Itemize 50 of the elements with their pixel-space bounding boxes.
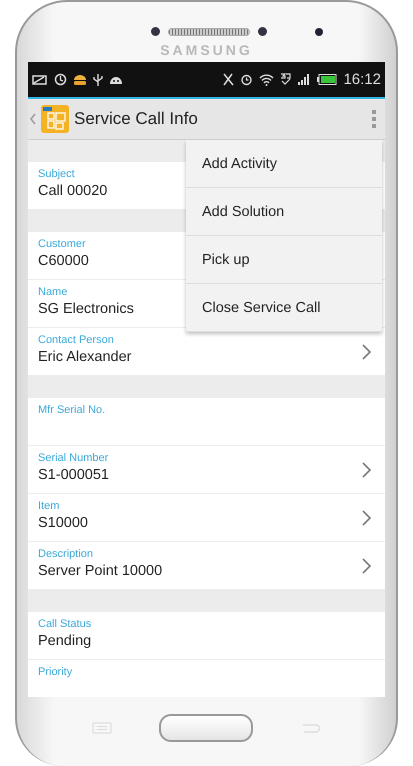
android-icon: [109, 74, 123, 84]
field-label: Priority: [38, 666, 72, 678]
sensor-icon: [150, 27, 160, 36]
brand-label: SAMSUNG: [160, 42, 253, 58]
field-label: Name: [38, 286, 68, 298]
signal-icon: [297, 74, 312, 85]
menu-item[interactable]: Add Activity: [186, 140, 382, 188]
field-label: Mfr Serial No.: [38, 404, 106, 416]
burger-icon: [73, 74, 87, 86]
menu-key-icon[interactable]: [92, 722, 112, 734]
screen-title: Service Call Info: [74, 109, 199, 129]
detail-row[interactable]: Contact Person Eric Alexander: [28, 328, 385, 376]
chevron-right-icon: [362, 510, 371, 526]
menu-item[interactable]: Add Solution: [186, 188, 382, 236]
field-label: Description: [38, 548, 94, 560]
field-label: Item: [38, 500, 60, 512]
chevron-right-icon: [362, 344, 371, 360]
chevron-right-icon: [362, 462, 371, 478]
status-time: 16:12: [343, 71, 381, 88]
field-value: Server Point 10000: [38, 563, 162, 579]
field-label: Call Status: [38, 618, 92, 630]
field-value: Eric Alexander: [38, 349, 132, 365]
menu-item[interactable]: Close Service Call: [186, 284, 382, 332]
detail-row[interactable]: Description Server Point 10000: [28, 542, 385, 590]
field-label: Customer: [38, 238, 86, 250]
back-chevron-icon[interactable]: [30, 113, 36, 125]
battery-saver-icon: [32, 74, 48, 86]
overflow-menu-icon[interactable]: [371, 109, 377, 129]
field-label: Serial Number: [38, 452, 108, 464]
field-label: Subject: [38, 168, 75, 180]
alarm-icon: [240, 73, 254, 86]
chevron-right-icon: [362, 558, 371, 574]
detail-row[interactable]: Serial Number S1-000051: [28, 446, 385, 494]
back-key-icon[interactable]: [301, 722, 322, 734]
field-label: Contact Person: [38, 334, 114, 346]
field-value: C60000: [38, 253, 89, 269]
home-button[interactable]: [159, 714, 254, 742]
detail-row[interactable]: Item S10000: [28, 494, 385, 542]
camera-icon: [314, 28, 322, 36]
field-value: Call 00020: [38, 183, 108, 199]
field-value: Pending: [38, 633, 92, 649]
battery-icon: [317, 74, 338, 85]
field-value: S10000: [38, 515, 88, 531]
menu-item[interactable]: Pick up: [186, 236, 382, 284]
field-value: SG Electronics: [38, 301, 134, 317]
wifi-icon: [259, 74, 274, 86]
usb-icon: [93, 72, 103, 86]
sensor-icon: [258, 27, 266, 36]
field-value: S1-000051: [38, 467, 109, 483]
app-logo-icon: [40, 104, 70, 134]
